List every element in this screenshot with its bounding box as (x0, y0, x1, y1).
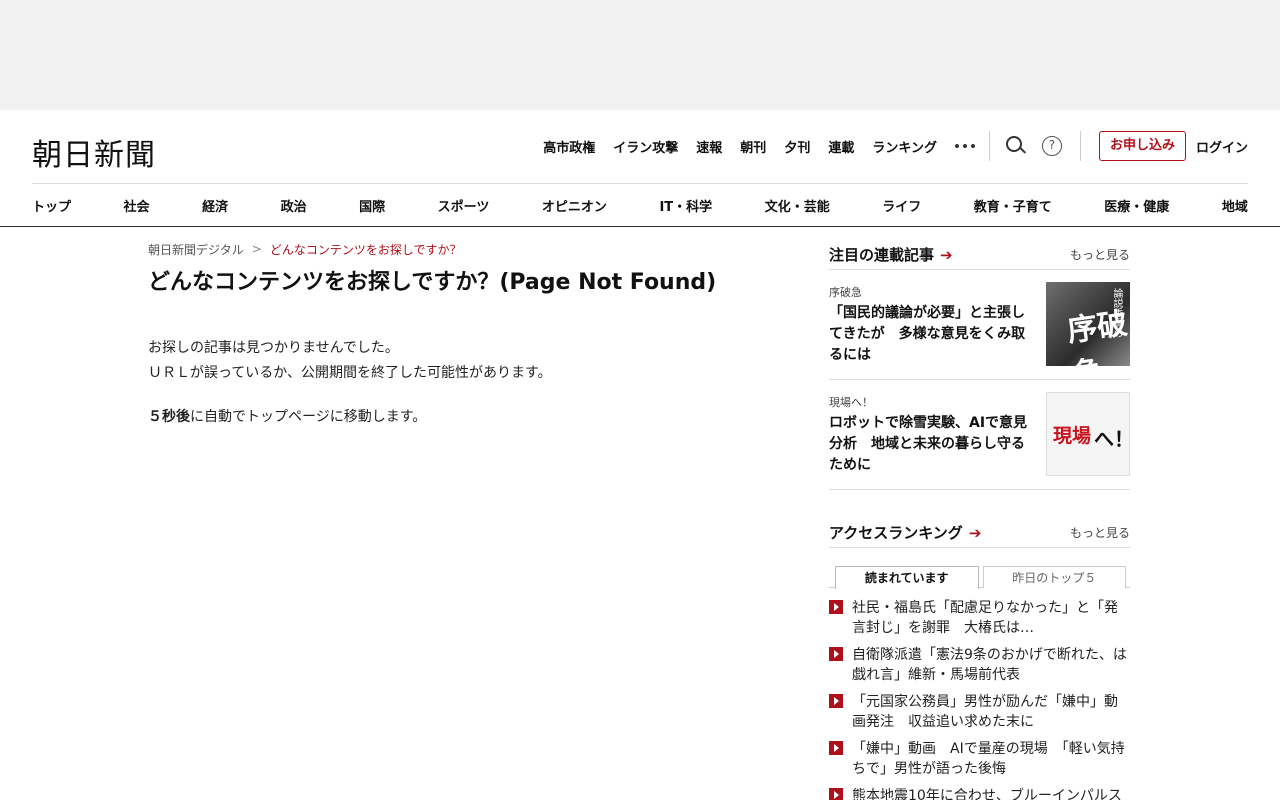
redirect-text: に自動でトップページに移動します。 (190, 409, 427, 425)
category-health[interactable]: 医療・健康 (1104, 196, 1169, 215)
play-arrow-icon (829, 788, 843, 800)
category-life[interactable]: ライフ (882, 196, 921, 215)
ranking-header: アクセスランキング ➔ もっと見る (829, 518, 1130, 548)
article-thumbnail[interactable]: 現場 へ！ (1046, 392, 1130, 476)
featured-article[interactable]: 現場へ！ ロボットで除雪実験、AIで意見分析 地域と未来の暮らし守るために 現場… (829, 380, 1130, 490)
category-culture[interactable]: 文化・芸能 (765, 196, 830, 215)
ad-space (0, 0, 1280, 110)
category-opinion[interactable]: オピニオン (542, 196, 607, 215)
category-education[interactable]: 教育・子育て (974, 196, 1052, 215)
thumbnail-title: 序破急 (1065, 306, 1130, 366)
ranking-item-title[interactable]: 社民・福島氏「配慮足りなかった」と「発言封じ」を謝罪 大椿氏は… (852, 598, 1130, 638)
featured-title[interactable]: 注目の連載記事 ➔ (829, 244, 953, 265)
main-content: 朝日新聞デジタル > どんなコンテンツをお探しですか？ どんなコンテンツをお探し… (148, 240, 788, 426)
category-nav: トップ 社会 経済 政治 国際 スポーツ オピニオン IT・科学 文化・芸能 ラ… (32, 192, 1248, 218)
play-arrow-icon (829, 694, 843, 708)
category-international[interactable]: 国際 (359, 196, 385, 215)
thumbnail-title-black: へ！ (1094, 427, 1130, 451)
article-kicker: 現場へ！ (829, 396, 873, 409)
ranking-item[interactable]: 自衛隊派遣「憲法9条のおかげで断れた、は戯れ言」維新・馬場前代表 (829, 645, 1130, 692)
subscribe-button[interactable]: お申し込み (1098, 131, 1186, 161)
ranking-item-title[interactable]: 熊本地震10年に合わせ、ブルーインパルス飛行 ルートと時刻は (852, 786, 1130, 800)
category-top[interactable]: トップ (32, 196, 71, 215)
play-arrow-icon (829, 741, 843, 755)
help-icon[interactable]: ? (1041, 136, 1062, 156)
play-arrow-icon (829, 647, 843, 661)
ranking-item-title[interactable]: 「元国家公務員」男性が励んだ「嫌中」動画発注 収益追い求めた末に (852, 692, 1130, 732)
tab-yesterday-top5[interactable]: 昨日のトップ５ (982, 566, 1126, 588)
quick-link-iran[interactable]: イラン攻撃 (613, 137, 678, 156)
ranking-item[interactable]: 熊本地震10年に合わせ、ブルーインパルス飛行 ルートと時刻は (829, 786, 1130, 800)
ranking-item-title[interactable]: 自衛隊派遣「憲法9条のおかげで断れた、は戯れ言」維新・馬場前代表 (852, 645, 1130, 685)
page-title: どんなコンテンツをお探しですか？(Page Not Found) (148, 270, 717, 295)
category-sports[interactable]: スポーツ (438, 196, 490, 215)
search-icon[interactable] (1005, 136, 1026, 156)
category-region[interactable]: 地域 (1222, 196, 1248, 215)
nav-divider (988, 131, 990, 161)
featured-more-link[interactable]: もっと見る (1070, 246, 1130, 263)
ranking-tabs: 読まれています 昨日のトップ５ (829, 566, 1130, 589)
breadcrumb-separator: > (251, 242, 262, 256)
not-found-message: お探しの記事は見つかりませんでした。 ＵＲＬが誤っているか、公開期間を終了した可… (148, 336, 788, 386)
breadcrumb-current: どんなコンテンツをお探しですか？ (269, 242, 462, 257)
ranking-more-link[interactable]: もっと見る (1070, 524, 1130, 541)
login-link[interactable]: ログイン (1196, 137, 1248, 156)
ranking-list: 社民・福島氏「配慮足りなかった」と「発言封じ」を謝罪 大椿氏は… 自衛隊派遣「憲… (829, 598, 1130, 800)
tab-most-read[interactable]: 読まれています (835, 566, 979, 589)
article-headline[interactable]: ロボットで除雪実験、AIで意見分析 地域と未来の暮らし守るために (829, 413, 1035, 476)
site-header: 朝日新聞 高市政権 イラン攻撃 速報 朝刊 夕刊 連載 ランキング ? お申し込… (0, 110, 1280, 227)
featured-title-text: 注目の連載記事 (829, 246, 935, 264)
sidebar: 注目の連載記事 ➔ もっと見る 序破急 「国民的議論が必要」と主張してきたが 多… (829, 240, 1130, 800)
breadcrumb: 朝日新聞デジタル > どんなコンテンツをお探しですか？ (148, 240, 788, 258)
quick-link-takaichi[interactable]: 高市政権 (543, 137, 595, 156)
ranking-item[interactable]: 「元国家公務員」男性が励んだ「嫌中」動画発注 収益追い求めた末に (829, 692, 1130, 739)
featured-header: 注目の連載記事 ➔ もっと見る (829, 240, 1130, 270)
more-menu-icon[interactable] (954, 144, 975, 148)
category-economy[interactable]: 経済 (202, 196, 228, 215)
redirect-countdown: ５秒後 (148, 409, 190, 425)
thumbnail-title-red: 現場 (1053, 425, 1092, 447)
article-headline[interactable]: 「国民的議論が必要」と主張してきたが 多様な意見をくみ取るには (829, 303, 1035, 366)
ranking-title[interactable]: アクセスランキング ➔ (829, 522, 981, 543)
message-line: お探しの記事は見つかりませんでした。 (148, 340, 399, 356)
redirect-notice: ５秒後に自動でトップページに移動します。 (148, 406, 788, 426)
header-divider (32, 183, 1248, 184)
category-society[interactable]: 社会 (124, 196, 150, 215)
quick-link-series[interactable]: 連載 (828, 137, 854, 156)
access-ranking: アクセスランキング ➔ もっと見る 読まれています 昨日のトップ５ 社民・福島氏… (829, 518, 1130, 800)
quick-link-evening[interactable]: 夕刊 (784, 137, 810, 156)
arrow-right-icon: ➔ (940, 245, 953, 264)
nav-divider (1079, 131, 1081, 161)
featured-article[interactable]: 序破急 「国民的議論が必要」と主張してきたが 多様な意見をくみ取るには 論説委員… (829, 270, 1130, 380)
ranking-title-text: アクセスランキング (829, 524, 963, 542)
site-logo[interactable]: 朝日新聞 (32, 130, 156, 174)
article-kicker: 序破急 (829, 286, 862, 299)
ranking-item-title[interactable]: 「嫌中」動画 AIで量産の現場 「軽い気持ちで」男性が語った後悔 (852, 739, 1130, 779)
ranking-item[interactable]: 「嫌中」動画 AIで量産の現場 「軽い気持ちで」男性が語った後悔 (829, 739, 1130, 786)
ranking-item[interactable]: 社民・福島氏「配慮足りなかった」と「発言封じ」を謝罪 大椿氏は… (829, 598, 1130, 645)
quick-link-ranking[interactable]: ランキング (872, 137, 937, 156)
play-arrow-icon (829, 600, 843, 614)
arrow-right-icon: ➔ (968, 523, 982, 542)
quick-nav: 高市政権 イラン攻撃 速報 朝刊 夕刊 連載 ランキング ? お申し込み ログイ… (543, 131, 1248, 161)
quick-link-morning[interactable]: 朝刊 (740, 137, 766, 156)
message-line: ＵＲＬが誤っているか、公開期間を終了した可能性があります。 (148, 365, 552, 381)
quick-link-breaking[interactable]: 速報 (696, 137, 722, 156)
category-it-science[interactable]: IT・科学 (659, 196, 712, 215)
category-politics[interactable]: 政治 (281, 196, 307, 215)
breadcrumb-home[interactable]: 朝日新聞デジタル (148, 241, 244, 258)
article-thumbnail[interactable]: 論説委員の 序破急 (1046, 282, 1130, 366)
